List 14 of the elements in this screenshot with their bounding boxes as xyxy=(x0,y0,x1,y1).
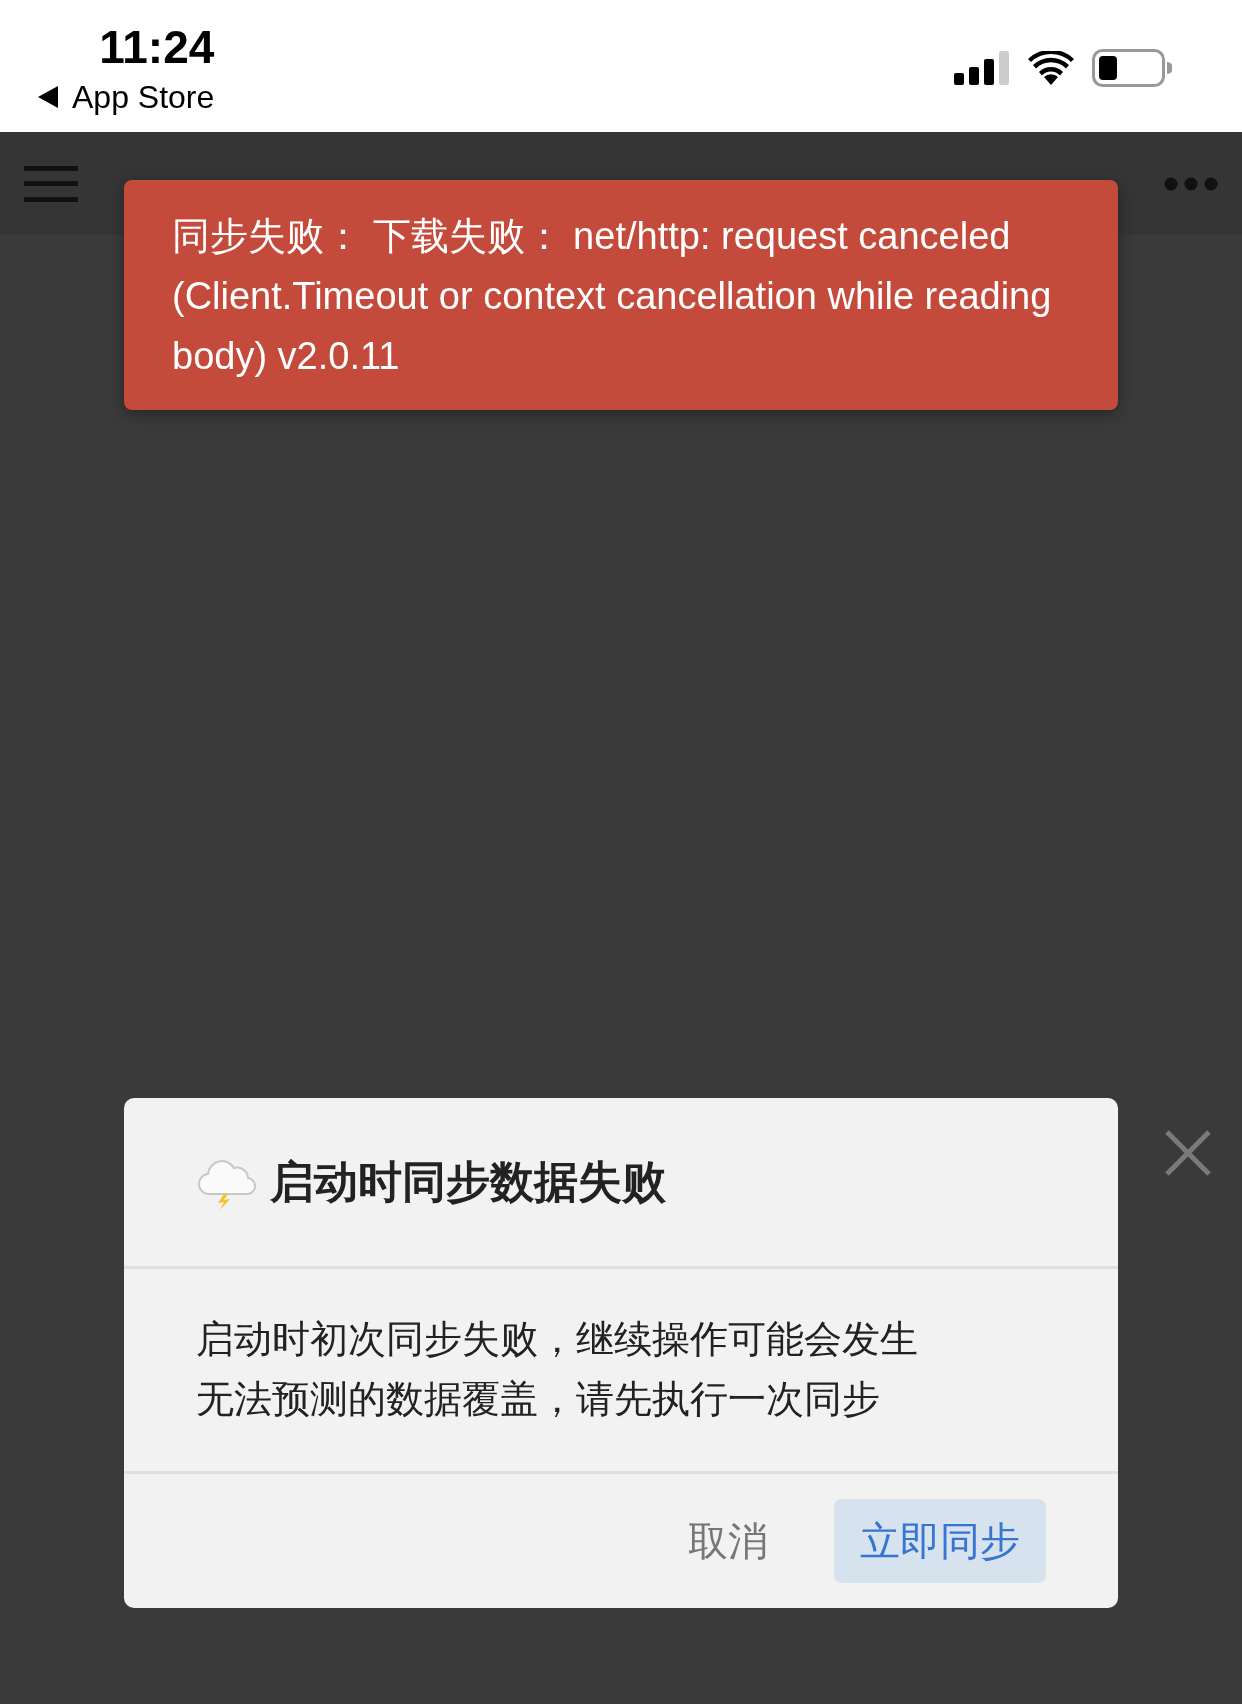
wifi-icon xyxy=(1028,51,1074,85)
dialog-title: 启动时同步数据失败 xyxy=(270,1155,666,1208)
back-triangle-icon xyxy=(38,86,58,108)
dialog-message: 启动时初次同步失败，继续操作可能会发生无法预测的数据覆盖，请先执行一次同步 xyxy=(196,1317,919,1422)
error-message: 同步失败： 下载失败： net/http: request canceled (Client.Timeout or context cancellation while reading body) v2.0.11 xyxy=(172,214,1053,379)
cancel-button[interactable]: 取消 xyxy=(662,1499,794,1583)
sync-now-button[interactable]: 立即同步 xyxy=(834,1499,1046,1583)
menu-icon[interactable] xyxy=(24,165,78,202)
status-time: 11:24 xyxy=(99,20,215,73)
signal-icon xyxy=(954,51,1010,85)
back-link[interactable]: App Store xyxy=(72,78,215,116)
battery-icon xyxy=(1092,49,1172,87)
more-icon[interactable] xyxy=(1164,176,1218,191)
close-icon[interactable] xyxy=(1163,1128,1213,1178)
